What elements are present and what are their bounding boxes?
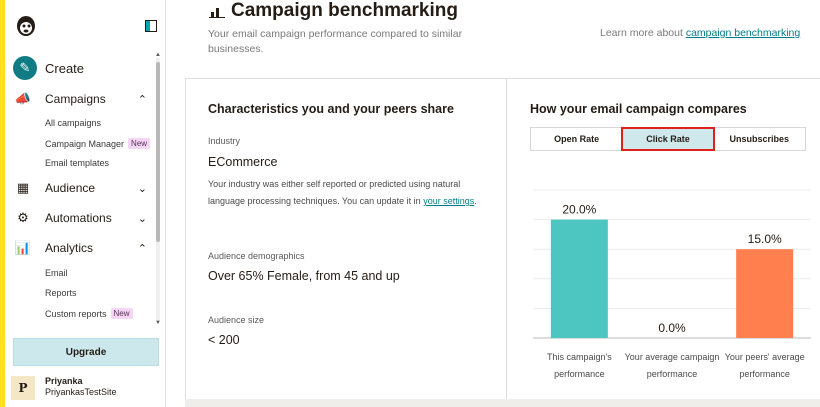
automations-icon: ⚙ [17,210,29,225]
tab-click-rate[interactable]: Click Rate [621,127,715,151]
bar-chart-icon [209,8,225,18]
chart-data-label: 20.0% [562,203,596,217]
upgrade-button[interactable]: Upgrade [13,338,159,366]
industry-description: Your industry was either self reported o… [208,179,477,206]
chart-bar [736,249,794,338]
bottom-strip [185,399,820,407]
sidebar-item-analytics[interactable]: 📊 Analytics ⌃ [15,239,147,257]
column-divider [506,78,507,399]
subitem-label: All campaigns [45,118,102,128]
chart-category-label: Your average campaign performance [625,352,720,379]
sidebar-scrollbar[interactable]: ▲ ▼ [155,52,161,326]
demographics-label: Audience demographics [208,251,305,261]
sidebar: ✎ Create 📣 Campaigns ⌃ All campaigns Cam… [5,0,166,407]
mailchimp-logo-icon[interactable] [13,12,39,38]
characteristics-heading: Characteristics you and your peers share [208,102,454,116]
industry-value: ECommerce [208,155,278,169]
page-title: Campaign benchmarking [231,0,458,21]
subitem-label: Custom reports [45,308,107,319]
chart-data-label: 15.0% [748,232,782,246]
user-name: Priyanka [45,376,83,386]
main-content: Campaign benchmarking Your email campaig… [185,0,820,407]
page-subtitle: Your email campaign performance compared… [208,28,463,55]
new-badge: New [110,308,133,319]
sidebar-item-campaigns[interactable]: 📣 Campaigns ⌃ [15,90,147,108]
sidebar-subitem-reports[interactable]: Reports [45,288,77,298]
create-button[interactable]: ✎ Create [13,56,84,80]
scrollbar-thumb[interactable] [156,62,160,242]
chart-bar [550,219,608,338]
campaign-benchmarking-link[interactable]: campaign benchmarking [686,27,800,39]
chart-category-label: This campaign's performance [547,352,612,379]
sidebar-item-label: Automations [45,211,112,225]
sidebar-item-audience[interactable]: ▦ Audience ⌄ [15,179,147,197]
create-label: Create [45,60,85,76]
sidebar-subitem-custom-reports[interactable]: Custom reports New [45,308,133,319]
user-site: PriyankasTestSite [45,387,117,397]
user-info: Priyanka PriyankasTestSite [45,376,117,398]
chevron-down-icon: ⌄ [137,212,147,225]
sidebar-subitem-campaign-manager[interactable]: Campaign Manager New [45,138,151,149]
subitem-label: Email [45,268,68,278]
analytics-icon: 📊 [14,240,32,255]
sidebar-item-label: Analytics [45,241,94,255]
subitem-label: Campaign Manager [45,138,125,149]
sidebar-item-automations[interactable]: ⚙ Automations ⌄ [15,209,147,227]
account-menu[interactable]: P Priyanka PriyankasTestSite [11,376,117,400]
sidebar-subitem-email-templates[interactable]: Email templates [45,158,109,168]
learn-more-prefix: Learn more about [600,27,683,39]
pencil-icon: ✎ [13,56,37,80]
chevron-up-icon: ⌃ [137,93,147,106]
benchmark-bar-chart: 20.0% This campaign's performance 0.0% Your … [533,189,811,379]
megaphone-icon: 📣 [14,91,32,106]
demographics-value: Over 65% Female, from 45 and up [208,269,400,283]
chart-category-label: Your peers' average performance [725,352,805,379]
subitem-label: Email templates [45,158,110,168]
avatar: P [11,376,35,400]
audience-size-value: < 200 [208,333,240,347]
audience-icon: ▦ [16,180,30,195]
chevron-down-icon: ⌄ [137,182,147,195]
tab-open-rate[interactable]: Open Rate [531,128,622,150]
metric-tabs: Open Rate Click Rate Unsubscribes [530,127,806,151]
compare-heading: How your email campaign compares [530,102,747,116]
scroll-up-icon[interactable]: ▲ [155,52,161,58]
sidebar-item-label: Campaigns [45,92,106,106]
audience-size-label: Audience size [208,315,265,325]
settings-link[interactable]: your settings [423,196,474,206]
industry-label: Industry [208,136,241,146]
scroll-down-icon[interactable]: ▼ [155,320,161,326]
chart-data-label: 0.0% [658,321,686,335]
collapse-sidebar-icon[interactable] [145,20,157,32]
new-badge: New [128,138,151,149]
subitem-label: Reports [45,288,77,298]
tab-unsubscribes[interactable]: Unsubscribes [714,128,805,150]
learn-more: Learn more about campaign benchmarking [600,27,800,39]
chevron-up-icon: ⌃ [137,242,147,255]
sidebar-item-label: Audience [45,181,96,195]
sidebar-subitem-email[interactable]: Email [45,268,68,278]
sidebar-subitem-all-campaigns[interactable]: All campaigns [45,118,101,128]
